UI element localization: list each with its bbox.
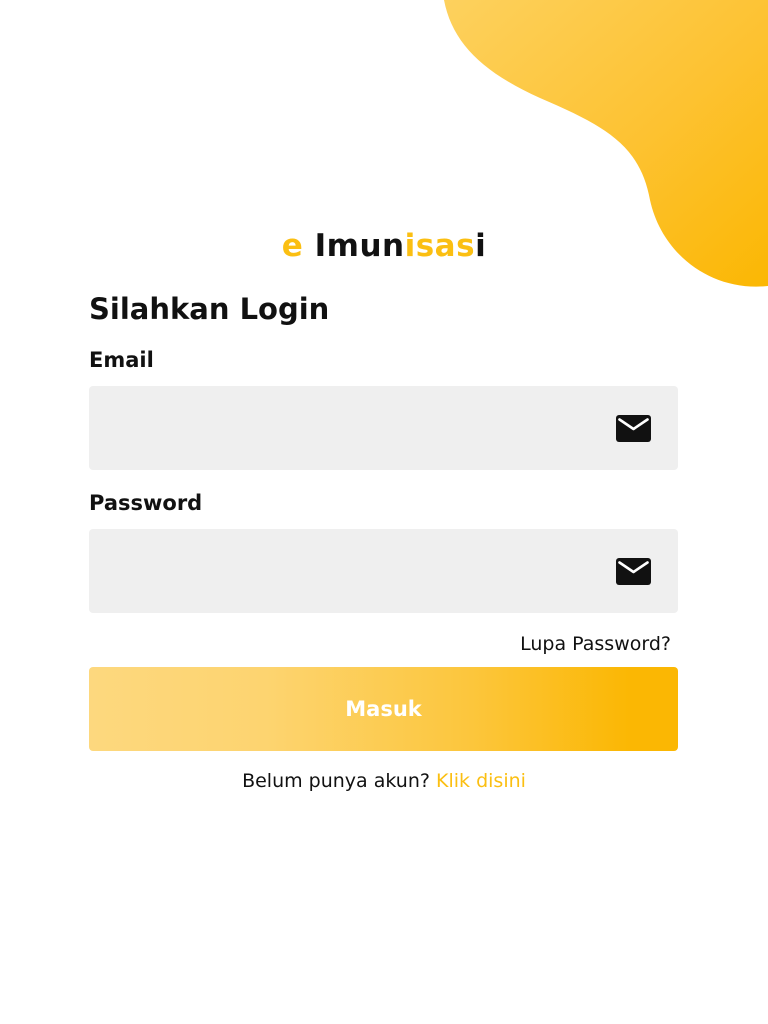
password-input[interactable] xyxy=(89,529,609,613)
register-link[interactable]: Klik disini xyxy=(436,770,526,792)
app-logo: e Imunisasi xyxy=(0,228,768,264)
logo-part-i: i xyxy=(475,228,487,264)
email-field-container xyxy=(89,386,678,470)
logo-part-space xyxy=(303,228,314,264)
mail-icon xyxy=(616,415,651,442)
logo-part-isas: isas xyxy=(404,228,476,264)
email-label: Email xyxy=(89,348,154,372)
forgot-password-link[interactable]: Lupa Password? xyxy=(520,633,671,655)
login-heading: Silahkan Login xyxy=(89,292,330,326)
email-input[interactable] xyxy=(89,386,609,470)
login-screen: e Imunisasi Silahkan Login Email Passwor… xyxy=(0,0,768,1024)
logo-part-imun: Imun xyxy=(314,228,405,264)
login-button[interactable]: Masuk xyxy=(89,667,678,751)
register-prompt: Belum punya akun? Klik disini xyxy=(0,770,768,792)
mail-icon xyxy=(616,558,651,585)
password-field-container xyxy=(89,529,678,613)
password-label: Password xyxy=(89,491,203,515)
logo-part-e: e xyxy=(281,228,304,264)
register-prompt-text: Belum punya akun? xyxy=(242,770,430,792)
